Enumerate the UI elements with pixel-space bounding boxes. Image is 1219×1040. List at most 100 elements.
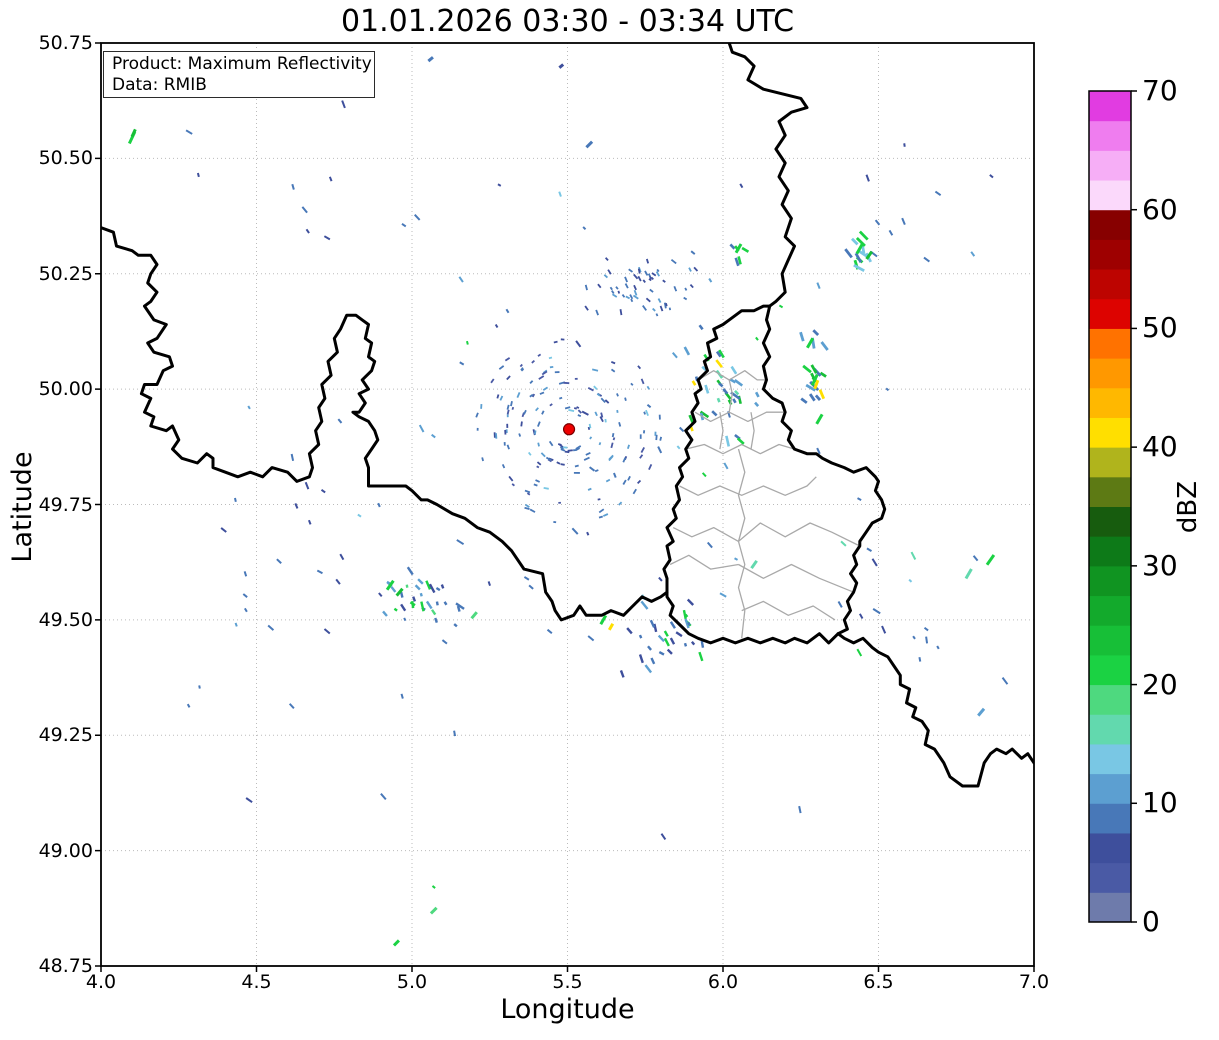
echo-streak (427, 56, 434, 63)
echo-clutter-mark (537, 421, 541, 427)
colorbar-segment (1089, 536, 1131, 567)
echo-mark (910, 551, 917, 560)
echo-mark (741, 246, 750, 253)
y-tick-label: 49.75 (38, 493, 93, 516)
echo-clutter-mark (537, 442, 540, 447)
colorbar-layer (1088, 90, 1137, 923)
echo-mark (242, 593, 248, 598)
echo-streak (964, 568, 973, 580)
echo-mark (640, 600, 649, 610)
echo-clutter-mark (524, 489, 531, 494)
admin-border (669, 554, 739, 570)
echo-clutter-mark (598, 442, 602, 446)
echo-mark (648, 278, 652, 282)
echo-clutter-mark (539, 391, 545, 395)
echo-streak (977, 707, 986, 717)
echo-mark (626, 627, 633, 635)
echo-clutter-mark (535, 407, 539, 412)
echo-mark (589, 466, 596, 472)
echo-clutter-mark (506, 409, 510, 415)
x-axis-label: Longitude (500, 994, 635, 1025)
colorbar-segment (1089, 684, 1131, 715)
admin-border (685, 443, 795, 455)
echo-clutter-mark (529, 380, 534, 385)
echo-mark (881, 625, 887, 634)
legend-product-line: Product: Maximum Reflectivity (112, 54, 372, 74)
echo-clutter-mark (548, 356, 553, 360)
echo-mark (684, 287, 688, 291)
echo-clutter-mark (637, 365, 642, 370)
echo-clutter-mark (504, 357, 511, 362)
colorbar-tick-label: 50 (1142, 311, 1178, 345)
echo-mark (732, 398, 737, 404)
echo-mark (575, 340, 582, 348)
y-tick-label: 50.50 (38, 147, 93, 170)
y-tick-label: 50.75 (38, 32, 93, 54)
echo-mark (647, 645, 652, 651)
echo-mark (305, 228, 310, 234)
echo-mark (853, 263, 865, 272)
colorbar-segment (1089, 328, 1131, 359)
echo-mark (754, 391, 760, 398)
echo-mark (339, 553, 345, 561)
colorbar-tick-label: 40 (1142, 430, 1178, 464)
echo-mark (678, 426, 685, 433)
echo-mark (378, 592, 383, 598)
echo-mark (377, 502, 381, 508)
echo-mark (382, 610, 388, 617)
echo-mark (323, 628, 331, 635)
echo-clutter-mark (501, 463, 506, 469)
echo-clutter-mark (543, 487, 549, 490)
echo-clutter-mark (537, 353, 542, 357)
echo-clutter-mark (538, 375, 545, 380)
echo-mark (669, 637, 676, 645)
echo-clutter-mark (598, 515, 604, 519)
echo-mark (642, 305, 647, 311)
x-tick-label: 5.5 (552, 971, 583, 993)
echo-clutter-mark (602, 513, 609, 517)
echo-mark (844, 248, 853, 259)
echo-clutter-mark (475, 412, 479, 418)
echo-mark (645, 258, 650, 264)
echo-mark (581, 410, 589, 416)
echo-clutter-mark (531, 359, 535, 364)
echo-mark (466, 340, 469, 345)
echo-mark (412, 596, 417, 602)
echo-clutter-mark (524, 503, 530, 508)
echo-mark (586, 531, 590, 536)
admin-border (697, 370, 767, 381)
echo-mark (458, 276, 464, 283)
echo-mark (584, 284, 588, 291)
echo-clutter-mark (648, 463, 653, 471)
echo-mark (624, 276, 628, 283)
echo-mark (812, 329, 820, 337)
echo-mark (653, 623, 658, 633)
colorbar-segment (1089, 476, 1131, 507)
colorbar-segment (1089, 565, 1131, 597)
echo-mark (244, 607, 248, 613)
echo-mark (718, 382, 724, 388)
echo-clutter-mark (542, 386, 549, 391)
echo-mark (220, 527, 227, 533)
colorbar-segment (1089, 625, 1131, 656)
echo-mark (609, 286, 613, 291)
echo-mark (243, 571, 248, 577)
echo-clutter-mark (548, 440, 554, 447)
echo-clutter-mark (610, 361, 616, 365)
echo-mark (441, 639, 448, 645)
echo-mark (858, 230, 869, 241)
echo-mark (691, 380, 697, 386)
echo-clutter-mark (534, 430, 537, 435)
echo-mark (453, 623, 458, 628)
echo-mark (440, 584, 445, 589)
echo-clutter-mark (536, 465, 540, 469)
echo-mark (649, 619, 656, 628)
echo-mark (185, 129, 193, 135)
colorbar-segment (1089, 387, 1131, 418)
colorbar-segment (1089, 150, 1131, 181)
echo-clutter-mark (533, 483, 538, 487)
echo-clutter-mark (567, 449, 573, 452)
echo-mark (778, 304, 784, 309)
echo-mark (734, 389, 740, 396)
y-tick-label: 49.25 (38, 724, 93, 747)
